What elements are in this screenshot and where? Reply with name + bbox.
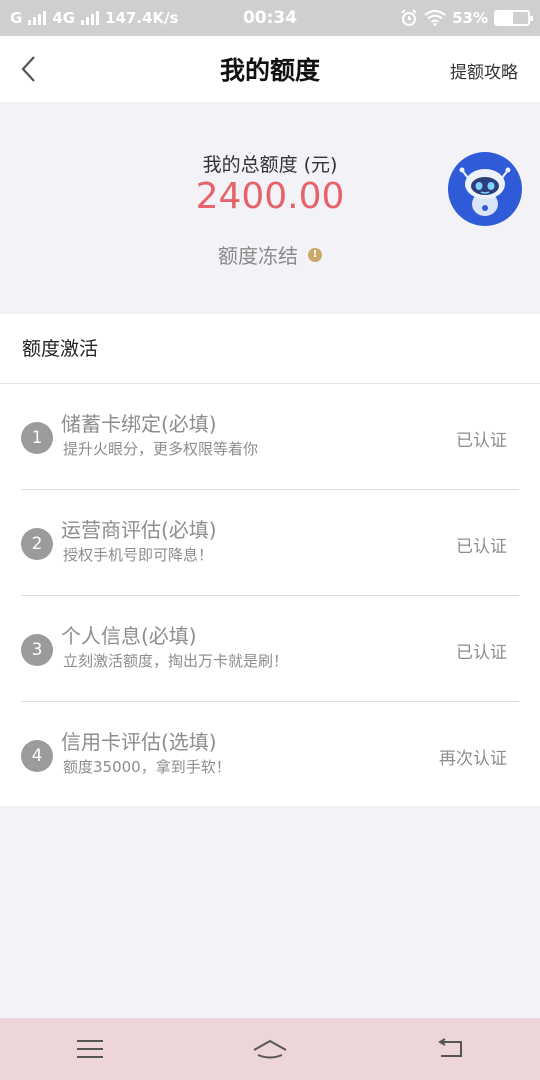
item-subtitle: 提升火眼分，更多权限等着你 <box>63 440 259 458</box>
return-icon <box>438 1038 462 1057</box>
item-status: 再次认证 <box>439 749 507 769</box>
step-number-badge: 4 <box>21 740 53 772</box>
activation-item-credit-card[interactable]: 4 信用卡评估(选填) 额度35000，拿到手软！ 再次认证 <box>21 702 519 808</box>
step-number-badge: 3 <box>21 634 53 666</box>
robot-avatar-icon[interactable] <box>448 152 522 226</box>
item-status: 已认证 <box>456 643 507 663</box>
section-title: 额度激活 <box>0 314 540 384</box>
nav-bar: 我的额度 提额攻略 <box>0 36 540 102</box>
home-icon <box>253 1039 287 1059</box>
page-title: 我的额度 <box>219 56 320 85</box>
item-status: 已认证 <box>456 537 507 557</box>
signal-icon <box>28 11 47 25</box>
status-left: G 4G 147.4K/s <box>10 9 179 27</box>
home-button[interactable] <box>240 1029 300 1069</box>
wifi-icon <box>424 10 446 26</box>
item-title: 运营商评估(必填) <box>61 518 217 542</box>
back-system-button[interactable] <box>420 1029 480 1069</box>
alarm-icon <box>401 9 417 26</box>
item-subtitle: 立刻激活额度，掏出万卡就是刷！ <box>63 652 289 670</box>
boost-guide-link[interactable]: 提额攻略 <box>450 58 518 83</box>
carrier-2: 4G <box>52 9 76 27</box>
item-title: 储蓄卡绑定(必填) <box>61 412 217 436</box>
chevron-left-icon[interactable] <box>14 52 48 86</box>
step-number-badge: 2 <box>21 528 53 560</box>
item-status: 已认证 <box>456 431 507 451</box>
step-number-badge: 1 <box>21 422 53 454</box>
status-bar: G 4G 147.4K/s 00:34 53% <box>0 0 540 36</box>
freeze-label: 额度冻结 <box>218 244 298 268</box>
activation-item-debit-card[interactable]: 1 储蓄卡绑定(必填) 提升火眼分，更多权限等着你 已认证 <box>21 384 519 490</box>
menu-button[interactable] <box>60 1029 120 1069</box>
item-subtitle: 额度35000，拿到手软！ <box>63 758 231 776</box>
battery-percent: 53% <box>452 9 488 27</box>
network-speed: 147.4K/s <box>105 9 179 27</box>
info-icon[interactable]: ! <box>308 247 322 262</box>
credit-freeze[interactable]: 额度冻结 ! <box>0 240 540 269</box>
status-right: 53% <box>400 9 533 27</box>
credit-summary: 我的总额度 (元) 2400.00 额度冻结 ! <box>0 102 540 314</box>
menu-icon <box>77 1040 103 1058</box>
activation-list: 1 储蓄卡绑定(必填) 提升火眼分，更多权限等着你 已认证 2 运营商评估(必填… <box>0 384 540 808</box>
carrier-1: G <box>10 9 23 27</box>
credit-activation-section: 额度激活 1 储蓄卡绑定(必填) 提升火眼分，更多权限等着你 已认证 2 运营商… <box>0 314 540 806</box>
system-nav-bar <box>0 1018 540 1080</box>
activation-item-personal-info[interactable]: 3 个人信息(必填) 立刻激活额度，掏出万卡就是刷！ 已认证 <box>21 596 519 702</box>
activation-item-carrier[interactable]: 2 运营商评估(必填) 授权手机号即可降息！ 已认证 <box>21 490 519 596</box>
item-subtitle: 授权手机号即可降息！ <box>63 546 214 564</box>
signal-icon <box>81 11 100 25</box>
item-title: 个人信息(必填) <box>61 624 197 648</box>
item-title: 信用卡评估(选填) <box>61 730 217 754</box>
battery-icon <box>494 10 533 26</box>
